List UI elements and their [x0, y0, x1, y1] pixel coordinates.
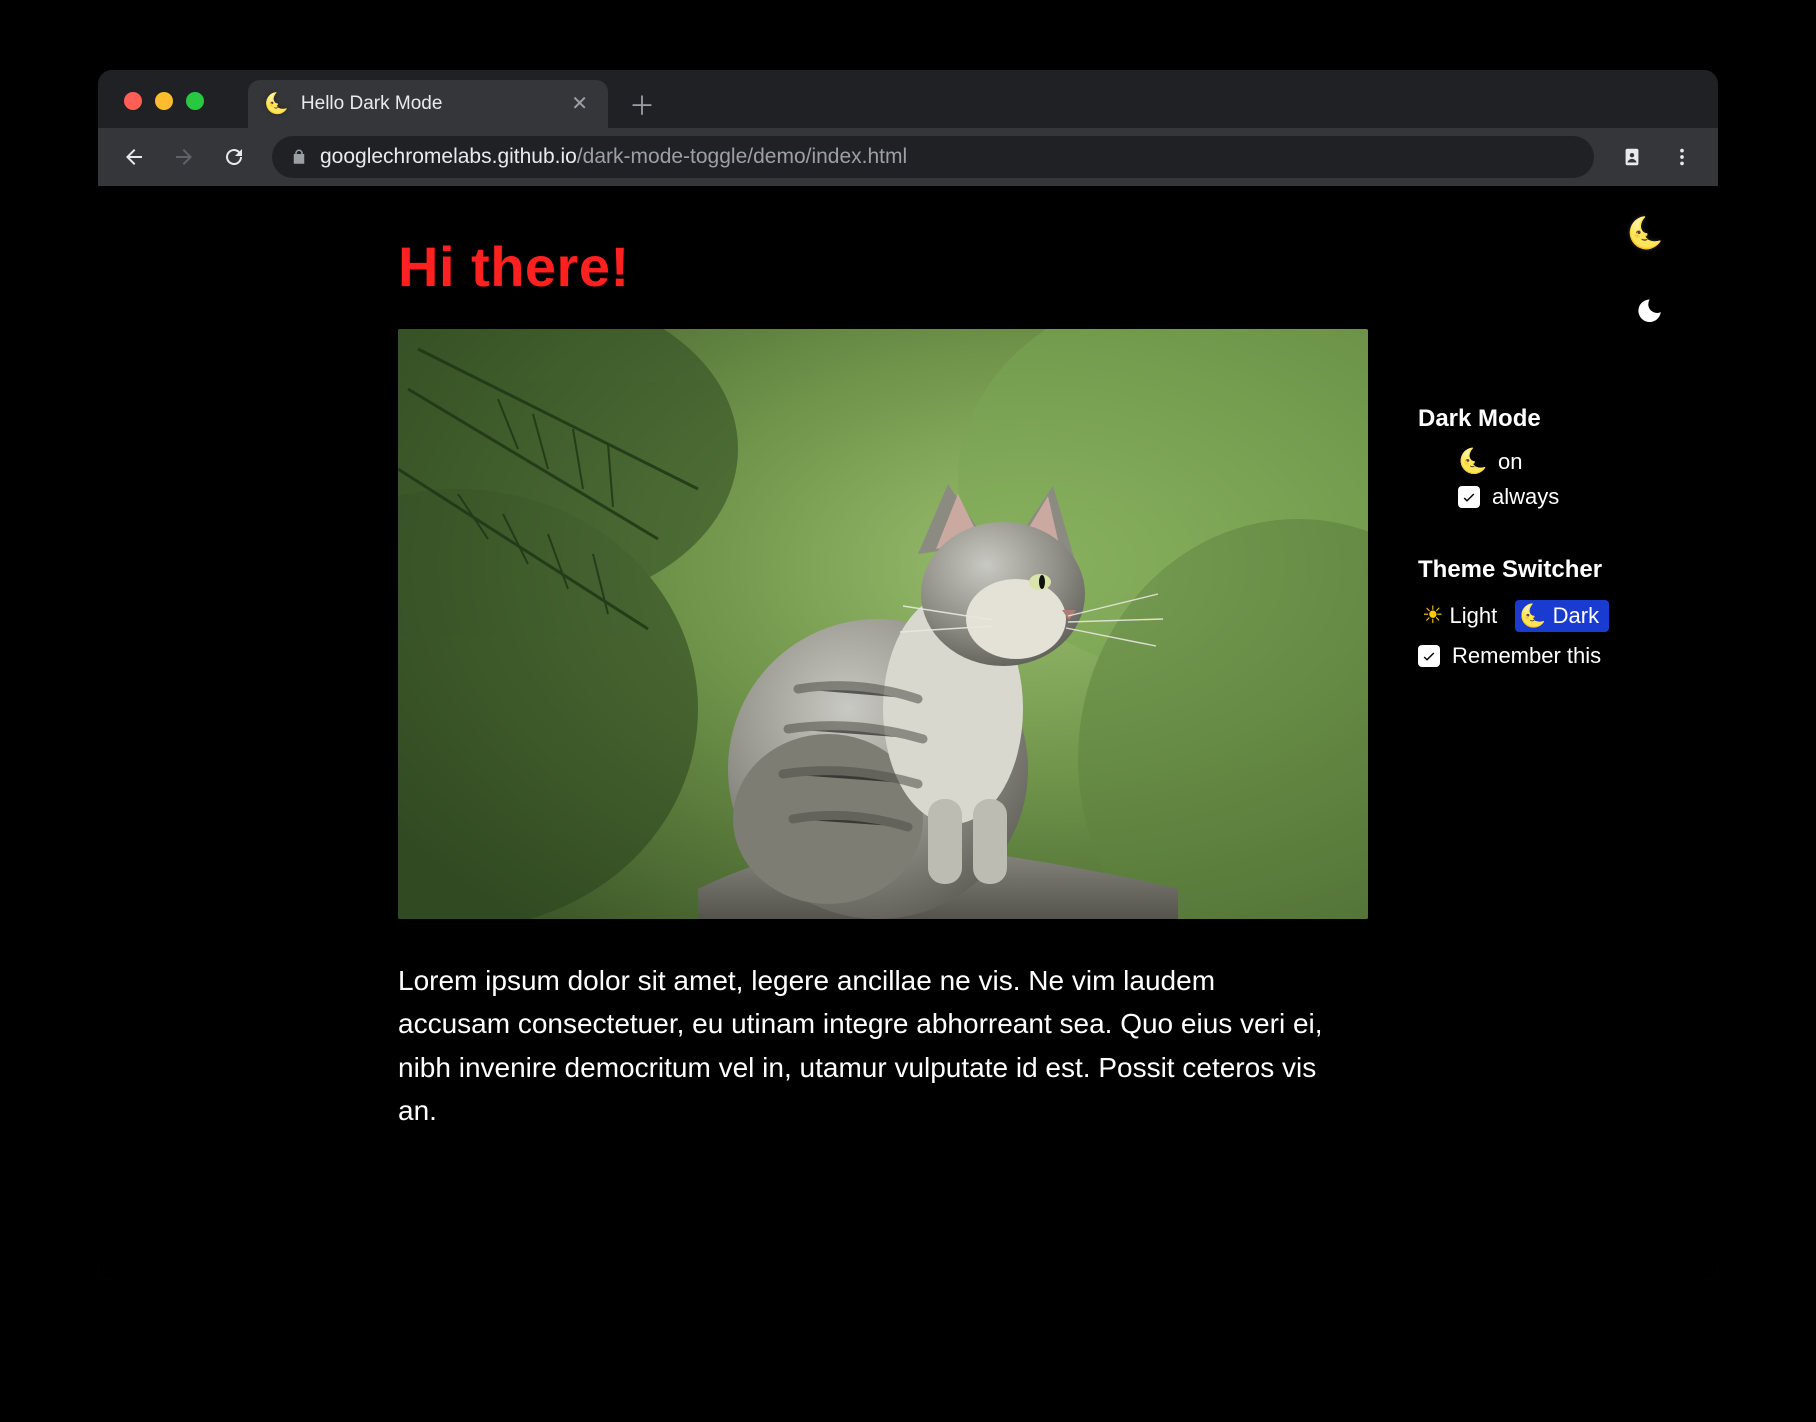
tab-close-button[interactable]: ✕ — [567, 90, 592, 118]
sun-icon: ☀ — [1422, 601, 1444, 630]
theme-light-label: Light — [1450, 603, 1498, 629]
url-path: /dark-mode-toggle/demo/index.html — [577, 145, 907, 168]
arrow-left-icon — [122, 145, 146, 169]
url-text: googlechromelabs.github.io/dark-mode-tog… — [320, 145, 907, 169]
moon-emoji-icon[interactable]: 🌜 — [1627, 216, 1664, 251]
remember-checkbox[interactable] — [1418, 645, 1440, 667]
theme-switcher-group: Theme Switcher ☀ Light 🌜 Dark Remem — [1418, 556, 1678, 669]
theme-switcher-segmented: ☀ Light 🌜 Dark — [1418, 598, 1678, 633]
theme-dark-label: Dark — [1553, 603, 1599, 629]
shopping-bag-icon — [1621, 146, 1643, 168]
page-heading: Hi there! — [398, 234, 1368, 299]
main-content: Hi there! — [398, 234, 1368, 1240]
dark-mode-title: Dark Mode — [1418, 405, 1678, 433]
remember-label: Remember this — [1452, 643, 1601, 669]
arrow-right-icon — [172, 145, 196, 169]
tab-favicon-icon: 🌜 — [264, 94, 289, 114]
check-icon — [1461, 489, 1477, 505]
kebab-menu-icon — [1671, 146, 1693, 168]
tab-strip: 🌜 Hello Dark Mode ✕ ＋ — [98, 70, 1718, 128]
lock-icon — [290, 148, 308, 166]
url-host: googlechromelabs.github.io — [320, 145, 577, 168]
always-label: always — [1492, 484, 1559, 510]
body-paragraph: Lorem ipsum dolor sit amet, legere ancil… — [398, 959, 1328, 1133]
page-viewport: Hi there! — [98, 186, 1718, 1280]
tab-title: Hello Dark Mode — [301, 93, 555, 115]
theme-dark-option[interactable]: 🌜 Dark — [1515, 600, 1609, 632]
nav-reload-button[interactable] — [214, 137, 254, 177]
remember-row: Remember this — [1418, 643, 1678, 669]
profile-button[interactable] — [1612, 137, 1652, 177]
address-bar[interactable]: googlechromelabs.github.io/dark-mode-tog… — [272, 136, 1594, 178]
moon-outline-icon[interactable] — [1634, 297, 1664, 327]
theme-controls-panel: 🌜 Dark Mode 🌜 on always — [1418, 216, 1678, 715]
window-controls — [124, 92, 204, 110]
always-checkbox[interactable] — [1458, 486, 1480, 508]
moon-icon: 🌜 — [1519, 603, 1546, 629]
theme-switcher-title: Theme Switcher — [1418, 556, 1678, 584]
nav-back-button[interactable] — [114, 137, 154, 177]
moon-icon: 🌜 — [1458, 447, 1486, 476]
nav-forward-button[interactable] — [164, 137, 204, 177]
dark-mode-group: Dark Mode 🌜 on always — [1418, 405, 1678, 510]
hero-image — [398, 329, 1368, 919]
cat-illustration-icon — [398, 329, 1368, 919]
dark-mode-always-row: always — [1458, 484, 1678, 510]
browser-window: 🌜 Hello Dark Mode ✕ ＋ googlechromelabs.g… — [98, 70, 1718, 1280]
window-close-button[interactable] — [124, 92, 142, 110]
window-minimize-button[interactable] — [155, 92, 173, 110]
browser-menu-button[interactable] — [1662, 137, 1702, 177]
check-icon — [1421, 648, 1437, 664]
theme-light-option[interactable]: ☀ Light — [1418, 598, 1507, 633]
browser-toolbar: googlechromelabs.github.io/dark-mode-tog… — [98, 128, 1718, 186]
browser-tab[interactable]: 🌜 Hello Dark Mode ✕ — [248, 80, 608, 128]
dark-mode-state-row[interactable]: 🌜 on — [1458, 447, 1678, 476]
theme-quick-icons: 🌜 — [1418, 216, 1678, 327]
reload-icon — [222, 145, 246, 169]
dark-mode-state-label: on — [1498, 449, 1522, 475]
window-zoom-button[interactable] — [186, 92, 204, 110]
new-tab-button[interactable]: ＋ — [622, 84, 662, 124]
